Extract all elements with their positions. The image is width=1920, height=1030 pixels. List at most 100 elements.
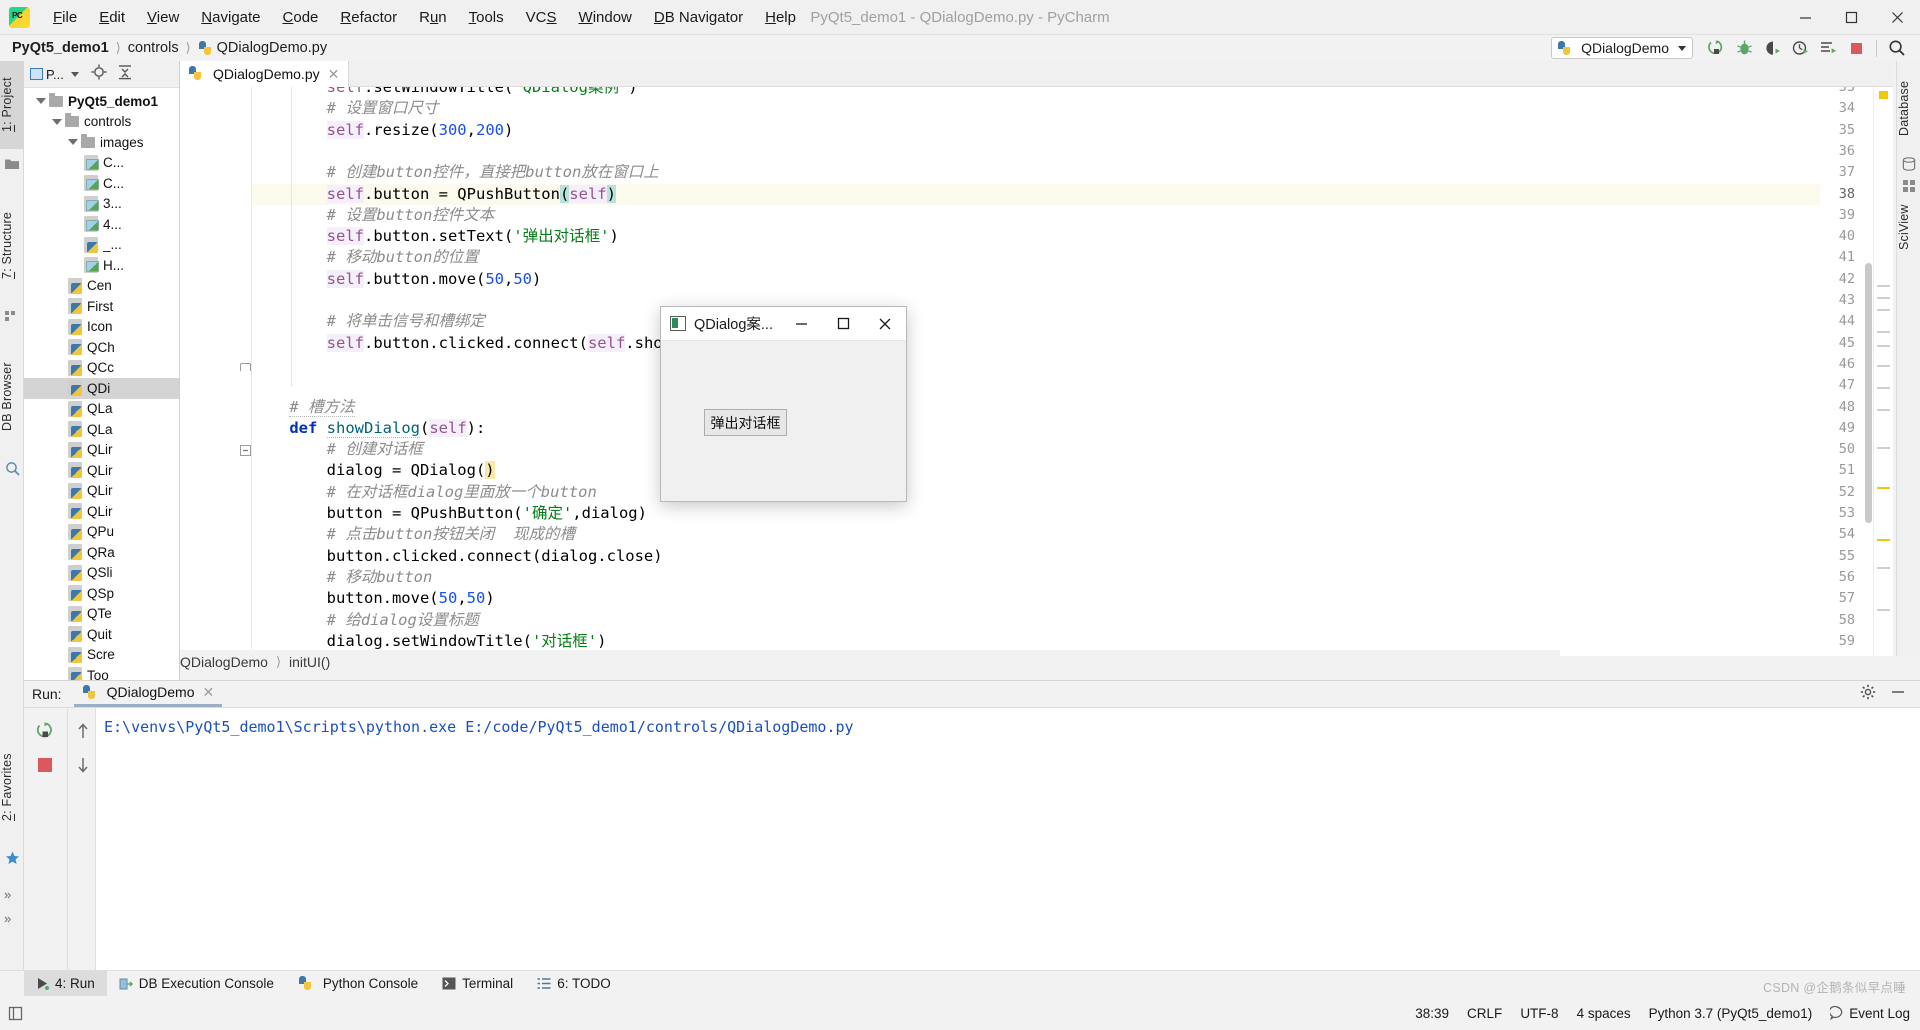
menu-item-run[interactable]: Run xyxy=(408,6,458,29)
code-editor[interactable]: 33 34 35 36 37 38 39 40 41 42 43 44 45 46 47 48 49 50 51 52… xyxy=(180,87,1893,656)
menu-item-navigate[interactable]: Navigate xyxy=(190,6,271,29)
sidebar-item-database[interactable]: Database xyxy=(1897,69,1920,147)
line-separator[interactable]: CRLF xyxy=(1467,1006,1502,1021)
bottom-tab-todo[interactable]: 6: TODO xyxy=(525,971,623,997)
code-line[interactable]: # 移动button xyxy=(252,567,433,588)
tree-item[interactable]: QDi xyxy=(24,378,179,399)
code-line[interactable]: self.setWindowTitle('QDialog案例') xyxy=(252,87,638,98)
tree-item[interactable]: QLir xyxy=(24,440,179,461)
menu-item-help[interactable]: Help xyxy=(754,6,807,29)
collapse-all-icon[interactable] xyxy=(117,64,133,85)
tree-item[interactable]: Quit xyxy=(24,624,179,645)
menu-item-vcs[interactable]: VCS xyxy=(515,6,568,29)
error-marker-bar[interactable] xyxy=(1873,87,1893,656)
code-line[interactable]: self.button.setText('弹出对话框') xyxy=(252,226,619,247)
tree-item[interactable]: First xyxy=(24,296,179,317)
file-encoding[interactable]: UTF-8 xyxy=(1520,1006,1558,1021)
bottom-tab-db-execution-console[interactable]: DB Execution Console xyxy=(107,971,286,997)
code-line[interactable] xyxy=(252,141,261,162)
tree-item[interactable]: QSp xyxy=(24,583,179,604)
menu-item-window[interactable]: Window xyxy=(568,6,643,29)
breadcrumb-folder[interactable]: controls xyxy=(128,40,179,56)
code-line[interactable]: # 移动button的位置 xyxy=(252,247,479,268)
chevron-down-icon[interactable] xyxy=(36,98,46,105)
run-tab-qdialogdemo[interactable]: QDialogDemo ✕ xyxy=(73,681,223,707)
editor-scrollbar[interactable] xyxy=(1864,113,1873,656)
code-line[interactable]: # 点击button按钮关闭 现成的槽 xyxy=(252,524,575,545)
bottom-tab-terminal[interactable]: Terminal xyxy=(430,971,525,997)
scrollbar-thumb[interactable] xyxy=(1865,263,1872,523)
menu-item-edit[interactable]: Edit xyxy=(88,6,136,29)
qt-app-window[interactable]: QDialog案... 弹出对话框 xyxy=(660,306,907,502)
python-interpreter[interactable]: Python 3.7 (PyQt5_demo1) xyxy=(1649,1006,1813,1021)
code-line[interactable]: dialog = QDialog() xyxy=(252,460,495,481)
minimize-icon[interactable] xyxy=(1782,0,1828,35)
code-line[interactable]: # 设置button控件文本 xyxy=(252,205,495,226)
tree-item[interactable]: QLa xyxy=(24,399,179,420)
code-line[interactable]: # 给dialog设置标题 xyxy=(252,610,479,631)
tree-item[interactable]: QLir xyxy=(24,501,179,522)
sidebar-item-structure[interactable]: 7: Structure xyxy=(0,191,24,299)
code-line[interactable]: self.button = QPushButton(self) xyxy=(252,184,616,205)
tree-item[interactable]: PyQt5_demo1 xyxy=(24,91,179,112)
close-icon[interactable] xyxy=(1874,0,1920,35)
bottom-tab-run[interactable]: 4: Run xyxy=(24,970,107,997)
qt-popup-dialog-button[interactable]: 弹出对话框 xyxy=(704,409,787,436)
tree-item[interactable]: QLir xyxy=(24,460,179,481)
coverage-icon[interactable] xyxy=(1759,36,1785,60)
code-line[interactable]: # 创建对话框 xyxy=(252,439,423,460)
sidebar-item-project[interactable]: 1: Project xyxy=(0,61,24,149)
tree-item[interactable]: 3... xyxy=(24,194,179,215)
locate-icon[interactable] xyxy=(91,64,107,85)
fold-marker-icon[interactable] xyxy=(240,445,251,456)
breadcrumb-method[interactable]: initUI() xyxy=(289,654,330,670)
tree-item[interactable]: C... xyxy=(24,153,179,174)
code-line[interactable]: # 槽方法 xyxy=(252,397,355,418)
code-line[interactable]: dialog.setWindowTitle('对话框') xyxy=(252,631,607,652)
code-line[interactable]: # 在对话框dialog里面放一个button xyxy=(252,482,597,503)
editor-tab-qdialogdemo[interactable]: QDialogDemo.py ✕ xyxy=(180,61,350,87)
indent-setting[interactable]: 4 spaces xyxy=(1577,1006,1631,1021)
tree-item[interactable]: QPu xyxy=(24,522,179,543)
stop-icon[interactable] xyxy=(1843,36,1869,60)
warning-marker[interactable] xyxy=(1879,91,1888,99)
stop-icon[interactable] xyxy=(34,754,56,776)
code-line[interactable]: self.button.move(50,50) xyxy=(252,269,541,290)
caret-position[interactable]: 38:39 xyxy=(1415,1006,1449,1021)
maximize-icon[interactable] xyxy=(822,307,864,340)
strip-expand-left[interactable]: » xyxy=(4,887,11,902)
toggle-sidebar-icon[interactable] xyxy=(8,1005,25,1022)
code-line[interactable]: # 将单击信号和槽绑定 xyxy=(252,311,485,332)
tree-item[interactable]: 4... xyxy=(24,214,179,235)
minimize-icon[interactable] xyxy=(780,307,822,340)
tree-item[interactable]: QCh xyxy=(24,337,179,358)
close-icon[interactable]: ✕ xyxy=(328,67,340,81)
run-with-console-icon[interactable] xyxy=(1815,36,1841,60)
bottom-tab-python-console[interactable]: Python Console xyxy=(286,971,430,997)
menu-item-code[interactable]: Code xyxy=(272,6,330,29)
menu-item-db-navigator[interactable]: DB Navigator xyxy=(643,6,754,29)
tree-item[interactable]: H... xyxy=(24,255,179,276)
tree-item[interactable]: QCc xyxy=(24,358,179,379)
profile-icon[interactable] xyxy=(1787,36,1813,60)
code-line[interactable] xyxy=(252,290,261,311)
tree-item[interactable]: QLa xyxy=(24,419,179,440)
debug-icon[interactable] xyxy=(1731,36,1757,60)
qt-window-title-bar[interactable]: QDialog案... xyxy=(661,307,906,341)
strip-expand-right[interactable]: » xyxy=(4,911,11,926)
tree-item[interactable]: QRa xyxy=(24,542,179,563)
chevron-down-icon[interactable] xyxy=(68,139,78,146)
menu-item-refactor[interactable]: Refactor xyxy=(329,6,408,29)
code-line[interactable]: button.clicked.connect(dialog.close) xyxy=(252,546,663,567)
tree-item[interactable]: Cen xyxy=(24,276,179,297)
fold-marker-icon[interactable] xyxy=(240,363,251,371)
tree-item[interactable]: QSli xyxy=(24,563,179,584)
tree-item[interactable]: controls xyxy=(24,112,179,133)
tree-item[interactable]: Scre xyxy=(24,645,179,666)
code-line[interactable]: # 设置窗口尺寸 xyxy=(252,98,439,119)
tree-item[interactable]: QTe xyxy=(24,604,179,625)
tree-item[interactable]: C... xyxy=(24,173,179,194)
scroll-up-icon[interactable] xyxy=(72,720,94,742)
close-icon[interactable]: ✕ xyxy=(203,685,215,699)
tree-item[interactable]: _... xyxy=(24,235,179,256)
